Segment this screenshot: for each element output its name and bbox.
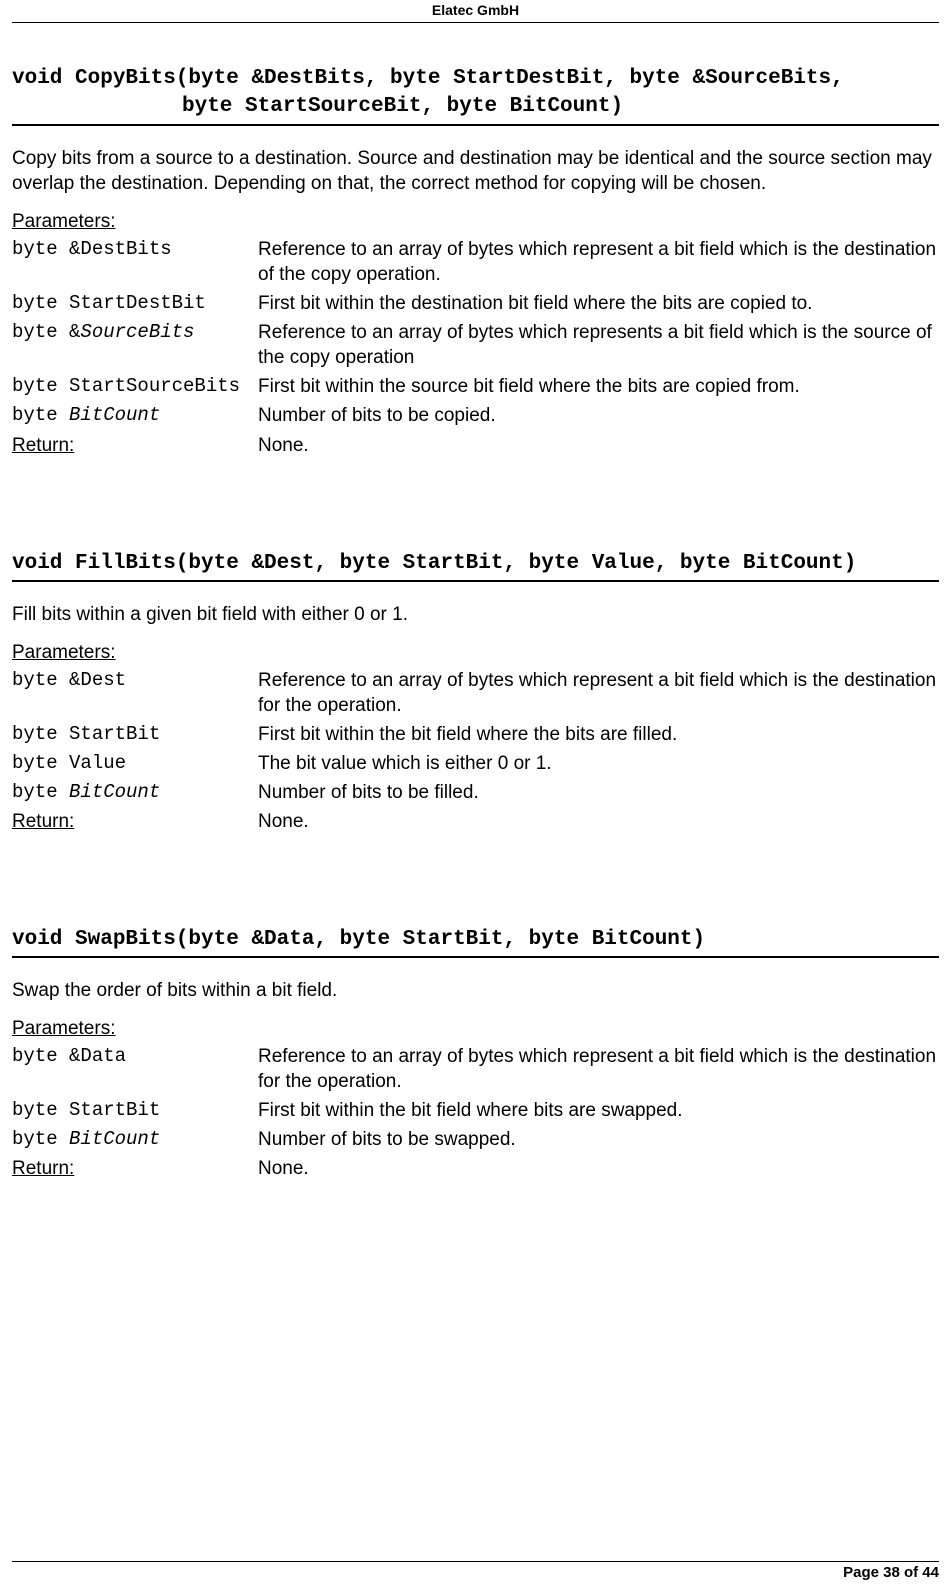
return-row: Return: None. <box>12 1156 939 1181</box>
function-signature-fillbits: void FillBits(byte &Dest, byte StartBit,… <box>12 550 939 582</box>
param-row: byte Value The bit value which is either… <box>12 751 939 776</box>
parameters-label: Parameters: <box>12 1018 939 1040</box>
param-name-ital: BitCount <box>69 781 160 803</box>
param-name: byte StartBit <box>12 722 258 747</box>
param-row: byte BitCount Number of bits to be swapp… <box>12 1127 939 1152</box>
parameters-label: Parameters: <box>12 642 939 664</box>
param-row: byte &SourceBits Reference to an array o… <box>12 320 939 370</box>
sig-line1: void CopyBits(byte &DestBits, byte Start… <box>12 67 844 90</box>
section-gap <box>12 834 939 926</box>
function-description: Copy bits from a source to a destination… <box>12 146 939 197</box>
param-row: byte StartBit First bit within the bit f… <box>12 1098 939 1123</box>
page-footer: Page 38 of 44 <box>12 1561 939 1581</box>
page-content: void CopyBits(byte &DestBits, byte Start… <box>12 23 939 1181</box>
param-desc: Reference to an array of bytes which rep… <box>258 668 939 718</box>
param-desc: First bit within the bit field where bit… <box>258 1098 939 1123</box>
return-label: Return: <box>12 1156 258 1181</box>
param-name: byte StartSourceBits <box>12 374 258 399</box>
param-name: byte StartBit <box>12 1098 258 1123</box>
param-name: byte StartDestBit <box>12 291 258 316</box>
param-row: byte StartSourceBits First bit within th… <box>12 374 939 399</box>
param-name: byte &SourceBits <box>12 320 258 370</box>
param-desc: Reference to an array of bytes which rep… <box>258 320 939 370</box>
return-value: None. <box>258 1156 309 1181</box>
return-row: Return: None. <box>12 809 939 834</box>
param-name-plain: byte StartDestBit <box>12 292 206 314</box>
param-name: byte &DestBits <box>12 237 258 287</box>
param-desc: Reference to an array of bytes which rep… <box>258 237 939 287</box>
param-name-plain: byte &DestBits <box>12 238 172 260</box>
param-desc: Reference to an array of bytes which rep… <box>258 1044 939 1094</box>
param-name-plain: byte StartSourceBits <box>12 375 240 397</box>
param-row: byte &DestBits Reference to an array of … <box>12 237 939 287</box>
param-row: byte StartDestBit First bit within the d… <box>12 291 939 316</box>
param-name-plain: byte StartBit <box>12 723 160 745</box>
return-label: Return: <box>12 809 258 834</box>
param-row: byte BitCount Number of bits to be fille… <box>12 780 939 805</box>
param-name-plain: byte Value <box>12 752 126 774</box>
param-name-plain: byte <box>12 1128 69 1150</box>
param-name: byte &Dest <box>12 668 258 718</box>
param-name: byte Value <box>12 751 258 776</box>
sig-line2: byte StartSourceBit, byte BitCount) <box>12 93 939 121</box>
function-signature-swapbits: void SwapBits(byte &Data, byte StartBit,… <box>12 926 939 958</box>
param-name-plain: byte &Data <box>12 1045 126 1067</box>
param-name: byte BitCount <box>12 1127 258 1152</box>
param-desc: First bit within the bit field where the… <box>258 722 939 747</box>
param-row: byte BitCount Number of bits to be copie… <box>12 403 939 428</box>
sig-line1: void FillBits(byte &Dest, byte StartBit,… <box>12 552 856 575</box>
param-name-plain: byte StartBit <box>12 1099 160 1121</box>
section-gap <box>12 458 939 550</box>
param-desc: First bit within the source bit field wh… <box>258 374 939 399</box>
param-desc: The bit value which is either 0 or 1. <box>258 751 939 776</box>
function-description: Fill bits within a given bit field with … <box>12 602 939 628</box>
param-desc: Number of bits to be filled. <box>258 780 939 805</box>
param-name-plain: byte &Dest <box>12 669 126 691</box>
param-name-plain: byte <box>12 781 69 803</box>
return-row: Return: None. <box>12 433 939 458</box>
function-signature-copybits: void CopyBits(byte &DestBits, byte Start… <box>12 65 939 126</box>
parameters-label: Parameters: <box>12 211 939 233</box>
return-label: Return: <box>12 433 258 458</box>
page-header: Elatec GmbH <box>12 0 939 23</box>
param-name-ital: SourceBits <box>80 321 194 343</box>
return-value: None. <box>258 433 309 458</box>
page: Elatec GmbH void CopyBits(byte &DestBits… <box>0 0 951 1589</box>
function-description: Swap the order of bits within a bit fiel… <box>12 978 939 1004</box>
param-desc: Number of bits to be copied. <box>258 403 939 428</box>
param-desc: First bit within the destination bit fie… <box>258 291 939 316</box>
param-name-ital: BitCount <box>69 404 160 426</box>
sig-line1: void SwapBits(byte &Data, byte StartBit,… <box>12 928 705 951</box>
param-name-ital: BitCount <box>69 1128 160 1150</box>
param-row: byte StartBit First bit within the bit f… <box>12 722 939 747</box>
param-name-plain: byte & <box>12 321 80 343</box>
return-value: None. <box>258 809 309 834</box>
param-row: byte &Dest Reference to an array of byte… <box>12 668 939 718</box>
param-row: byte &Data Reference to an array of byte… <box>12 1044 939 1094</box>
param-name: byte BitCount <box>12 780 258 805</box>
param-name-plain: byte <box>12 404 69 426</box>
param-name: byte BitCount <box>12 403 258 428</box>
param-name: byte &Data <box>12 1044 258 1094</box>
param-desc: Number of bits to be swapped. <box>258 1127 939 1152</box>
